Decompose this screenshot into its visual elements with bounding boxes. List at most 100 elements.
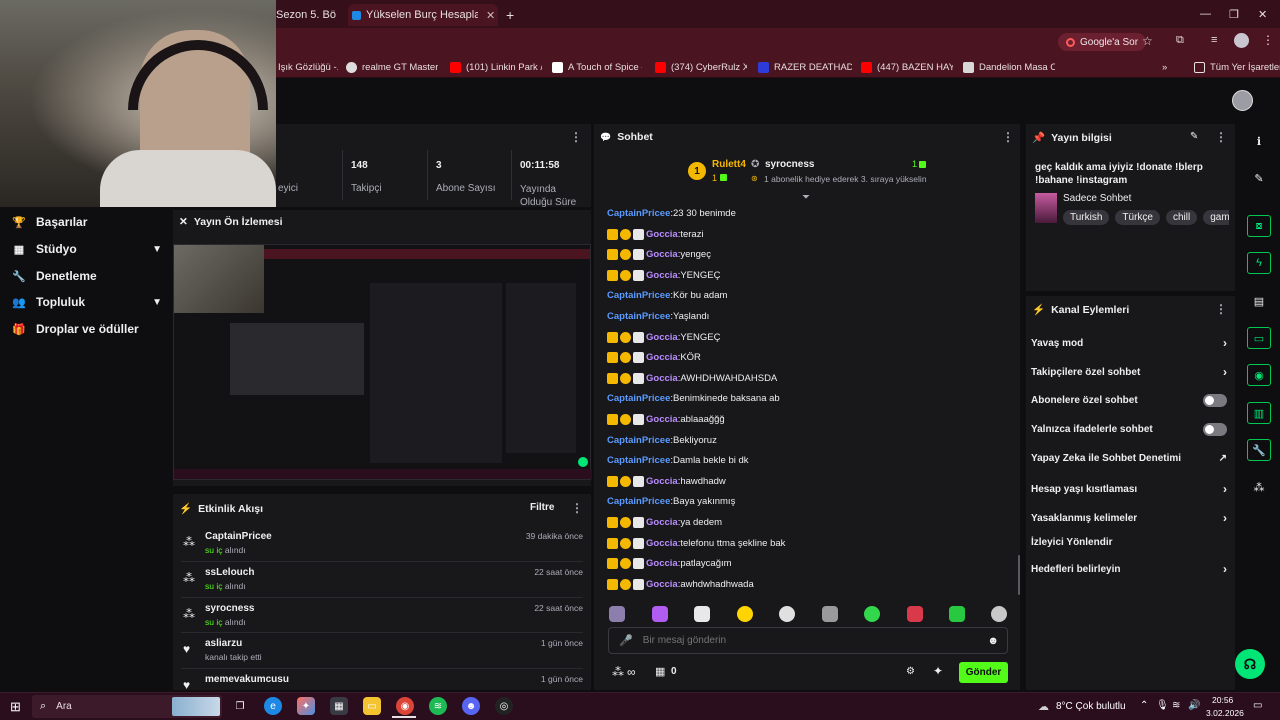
emote-6[interactable] <box>822 606 838 622</box>
chat-username[interactable]: Goccia <box>646 332 678 343</box>
sidebar-item-drops[interactable]: 🎁 Droplar ve ödüller <box>12 322 162 336</box>
close-window-icon[interactable]: ✕ <box>1258 8 1267 21</box>
clip-icon[interactable]: ⧇ <box>1247 215 1271 237</box>
chat-username[interactable]: Goccia <box>646 517 678 528</box>
activity-item[interactable]: ⁂ ssLelouch su iç alındı 22 saat önce <box>181 567 583 597</box>
bookmark-item[interactable]: (101) Linkin Park / S... <box>450 59 542 75</box>
obs-icon[interactable]: ◎ <box>495 697 513 715</box>
chat-username[interactable]: Goccia <box>646 352 678 363</box>
bookmark-item[interactable]: (447) BAZEN HAYAT... <box>861 59 953 75</box>
task-view-icon[interactable]: ❐ <box>231 697 249 715</box>
chat-username[interactable]: Goccia <box>646 373 678 384</box>
more-options-icon[interactable]: ⋮ <box>570 130 582 144</box>
chat-username[interactable]: Goccia <box>646 579 678 590</box>
emote-2[interactable] <box>652 606 668 622</box>
emote-4[interactable] <box>737 606 753 622</box>
edge-icon[interactable]: e <box>264 697 282 715</box>
emote-1[interactable] <box>609 606 625 622</box>
bookmark-item[interactable]: Işık Gözlüğü -... <box>278 59 338 75</box>
more-bookmarks-button[interactable]: » <box>1162 59 1167 75</box>
media-icon[interactable]: ≡ <box>1211 34 1217 46</box>
more-options-icon[interactable]: ⋮ <box>1215 302 1227 316</box>
copilot-icon[interactable]: ✦ <box>297 697 315 715</box>
more-options-icon[interactable]: ⋮ <box>1215 130 1227 144</box>
emote-3[interactable] <box>694 606 710 622</box>
tray-chevron-icon[interactable]: ⌃ <box>1140 700 1148 711</box>
bits-icon[interactable]: ▦ <box>655 665 665 678</box>
chat-icon[interactable]: ▭ <box>1247 327 1271 349</box>
mic-tray-icon[interactable]: 🎙 <box>1156 700 1169 711</box>
chat-username[interactable]: CaptainPricee <box>607 435 670 446</box>
emote-7[interactable] <box>864 606 880 622</box>
bookmark-item[interactable]: realme GT Master E... <box>346 59 438 75</box>
sidebar-item-achievements[interactable]: 🏆 Başarılar <box>12 215 162 229</box>
leaderboard-user[interactable]: Rulett4 <box>712 159 746 170</box>
filter-button[interactable]: Filtre <box>530 502 554 513</box>
chat-username[interactable]: Goccia <box>646 414 678 425</box>
wifi-icon[interactable]: ≋ <box>1172 700 1180 711</box>
chat-username[interactable]: CaptainPricee <box>607 290 670 301</box>
layout-icon[interactable]: ▥ <box>1247 402 1271 424</box>
chat-username[interactable]: Goccia <box>646 249 678 260</box>
edit-icon[interactable]: ✎ <box>1247 167 1271 189</box>
store-icon[interactable]: ▦ <box>330 697 348 715</box>
extensions-icon[interactable]: ⧉ <box>1176 34 1184 47</box>
points-icon[interactable]: ⁂ <box>612 665 624 679</box>
subscribers-only-toggle[interactable] <box>1203 394 1227 407</box>
action-slow-mode[interactable]: Yavaş mod › <box>1031 336 1227 350</box>
chrome-icon[interactable]: ◉ <box>396 697 414 715</box>
action-set-goals[interactable]: Hedefleri belirleyin › <box>1031 562 1227 576</box>
bookmark-item[interactable]: Dandelion Masa Oli... <box>963 59 1055 75</box>
send-button[interactable]: Gönder <box>959 662 1008 683</box>
file-explorer-icon[interactable]: ▭ <box>363 697 381 715</box>
support-headset-icon[interactable]: ☊ <box>1235 649 1265 679</box>
category-name[interactable]: Sadece Sohbet <box>1063 193 1131 204</box>
sidebar-item-studio[interactable]: ▦ Stüdyo ▼ <box>12 242 162 256</box>
mic-icon[interactable]: 🎤 <box>619 634 633 647</box>
chat-username[interactable]: Goccia <box>646 476 678 487</box>
taskbar-search[interactable]: ⌕ Ara <box>32 695 222 718</box>
sidebar-item-moderation[interactable]: 🔧 Denetleme <box>12 269 162 283</box>
profile-avatar[interactable] <box>1234 33 1249 48</box>
settings-icon[interactable]: ⚙ <box>906 666 915 677</box>
bookmark-item[interactable]: (374) CyberRulz X B... <box>655 59 747 75</box>
emote-only-toggle[interactable] <box>1203 423 1227 436</box>
discord-icon[interactable]: ☻ <box>462 697 480 715</box>
activity-item[interactable]: ⁂ CaptainPricee su iç alındı 39 dakika ö… <box>181 531 583 561</box>
weather-text[interactable]: 8°C Çok bulutlu <box>1056 701 1126 712</box>
chat-username[interactable]: CaptainPricee <box>607 311 670 322</box>
info-icon[interactable]: ℹ <box>1247 130 1271 152</box>
bookmark-item[interactable]: RAZER DEATHADDE... <box>758 59 852 75</box>
emote-9[interactable] <box>949 606 965 622</box>
chat-username[interactable]: CaptainPricee <box>607 208 670 219</box>
chat-username[interactable]: Goccia <box>646 270 678 281</box>
maximize-icon[interactable]: ❐ <box>1229 8 1239 21</box>
new-tab-button[interactable]: + <box>506 4 514 26</box>
bolt-icon[interactable]: ϟ <box>1247 252 1271 274</box>
user-avatar[interactable] <box>1232 90 1253 111</box>
spotify-icon[interactable]: ≋ <box>429 697 447 715</box>
google-ask-button[interactable]: Google'a Sor <box>1058 33 1147 51</box>
document-icon[interactable]: ▤ <box>1247 290 1271 312</box>
preview-video[interactable] <box>173 244 592 480</box>
more-options-icon[interactable]: ⋮ <box>571 501 583 515</box>
action-ai-moderation[interactable]: Yapay Zeka ile Sohbet Denetimi ↗ <box>1031 453 1227 464</box>
category-thumbnail[interactable] <box>1035 193 1057 223</box>
chat-username[interactable]: Goccia <box>646 229 678 240</box>
browser-tab[interactable]: Sezon 5. Bö ✕ <box>276 4 342 26</box>
chat-username[interactable]: Goccia <box>646 558 678 569</box>
edit-icon[interactable]: ✎ <box>1190 131 1198 142</box>
more-options-icon[interactable]: ⋮ <box>1002 130 1014 144</box>
mod-tools-icon[interactable]: ✦ <box>933 664 943 678</box>
wrench-icon[interactable]: 🔧 <box>1247 439 1271 461</box>
tag[interactable]: Turkish <box>1063 210 1110 225</box>
clock-time[interactable]: 20:56 <box>1212 695 1233 705</box>
bookmark-item[interactable]: A Touch of Spice -... <box>552 59 642 75</box>
windows-start-icon[interactable]: ⊞ <box>10 699 21 715</box>
action-account-age[interactable]: Hesap yaşı kısıtlaması › <box>1031 482 1227 496</box>
chat-username[interactable]: CaptainPricee <box>607 393 670 404</box>
emote-10[interactable] <box>991 606 1007 622</box>
tag[interactable]: chill <box>1165 210 1198 225</box>
activity-item[interactable]: ⁂ syrocness su iç alındı 22 saat önce <box>181 603 583 633</box>
tag[interactable]: gamin <box>1203 210 1229 225</box>
